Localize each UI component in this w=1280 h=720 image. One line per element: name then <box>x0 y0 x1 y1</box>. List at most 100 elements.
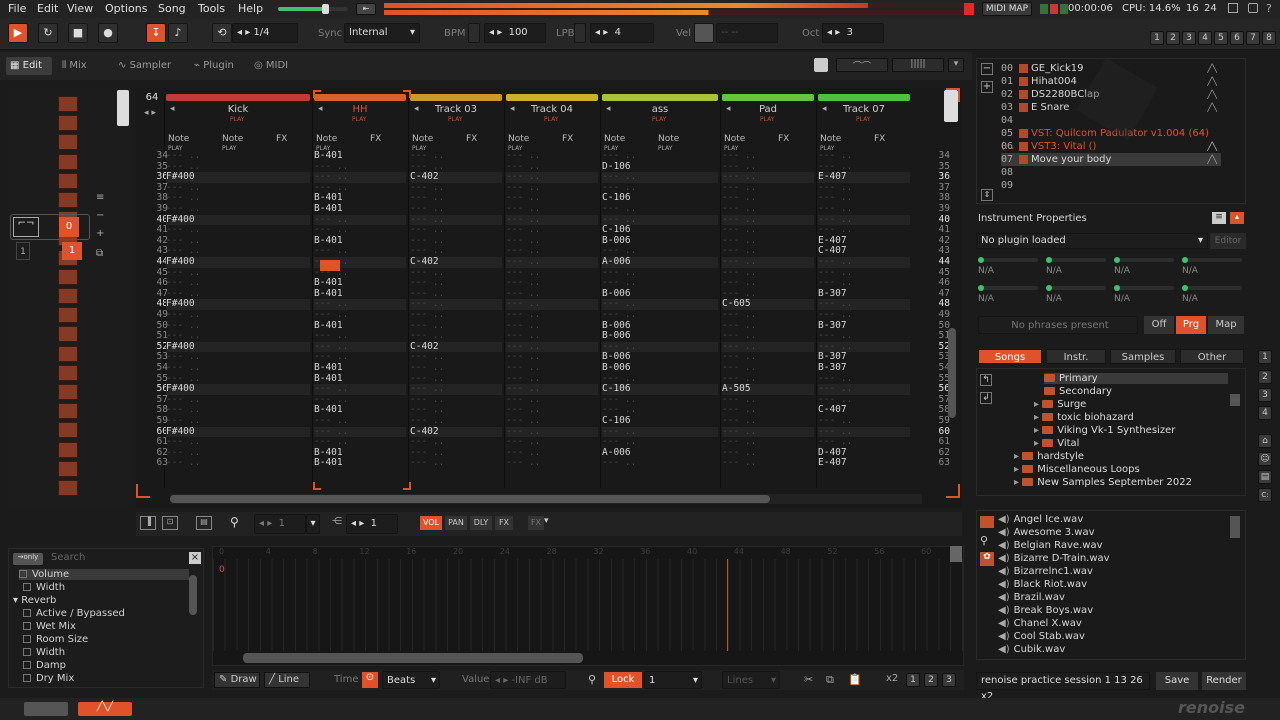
sequence-slot[interactable] <box>58 153 78 170</box>
sequence-current[interactable]: 1 <box>62 242 82 260</box>
mute-icon[interactable]: ◂ <box>822 104 827 114</box>
tree-folder[interactable]: ▸ hardstyle <box>1014 451 1084 462</box>
note-cell[interactable]: C-106 <box>602 192 631 204</box>
empty-cell[interactable]: --- .. <box>602 394 636 405</box>
tree-folder[interactable]: Secondary <box>1044 386 1112 397</box>
plugin-select[interactable]: No plugin loaded ▾ <box>976 233 1208 249</box>
automation-scrollbar[interactable] <box>243 653 583 663</box>
empty-cell[interactable]: --- .. <box>410 383 444 394</box>
pattern-matrix-icon[interactable] <box>814 58 828 72</box>
search-icon[interactable]: ⚲ <box>588 673 596 686</box>
empty-cell[interactable]: --- .. <box>506 341 540 352</box>
note-cell[interactable]: A-505 <box>722 383 751 394</box>
instrument-item[interactable]: 09 <box>1001 179 1221 192</box>
note-cell[interactable]: C-402 <box>410 426 439 437</box>
toggle-track-dsp-icon[interactable]: ⊡ <box>162 516 178 530</box>
menu-song[interactable]: Song <box>158 2 186 15</box>
note-cell[interactable]: F#400 <box>166 298 195 310</box>
file-item[interactable]: ◀) Cool Stab.wav <box>998 631 1085 642</box>
empty-cell[interactable]: --- .. <box>602 341 636 352</box>
note-cell[interactable]: B-006 <box>602 320 631 331</box>
tab-mix[interactable]: ⫴ Mix <box>58 57 98 75</box>
note-cell[interactable]: C-402 <box>410 256 439 267</box>
speaker-icon[interactable]: ◀) <box>998 553 1010 564</box>
lpb-lock-button[interactable] <box>574 23 586 43</box>
speaker-icon[interactable]: ◀) <box>998 618 1010 629</box>
octave-button-1[interactable]: 1 <box>1150 31 1164 45</box>
track-header[interactable]: Pad ◂ PLAY Note PLAY FX <box>722 94 814 152</box>
tab-samples[interactable]: Samples <box>1110 349 1176 364</box>
left-scroll-icon[interactable] <box>117 90 129 126</box>
copy-icon[interactable]: ⧉ <box>826 673 834 687</box>
empty-cell[interactable]: --- .. <box>166 288 200 299</box>
chevron-down-icon[interactable]: ▾ <box>544 516 558 530</box>
empty-cell[interactable]: --- .. <box>602 426 636 437</box>
chevron-right-icon[interactable]: ▸ <box>1034 399 1042 410</box>
velocity-field[interactable]: -- -- <box>716 23 778 43</box>
empty-cell[interactable]: --- .. <box>410 351 444 363</box>
collapse-icon[interactable]: ≡ <box>96 192 108 204</box>
note-cell[interactable]: E-407 <box>818 171 847 182</box>
empty-cell[interactable]: --- .. <box>506 373 540 384</box>
search-input[interactable]: Search <box>51 552 85 563</box>
add-instrument-icon[interactable]: + <box>981 81 993 93</box>
note-cell[interactable]: B-307 <box>818 288 847 299</box>
track-header[interactable]: Kick ◂ PLAY Note PLAY Note PLAY FX <box>166 94 310 152</box>
speaker-icon[interactable]: ◀) <box>998 592 1010 603</box>
phrase-prg-button[interactable]: Prg <box>1176 316 1206 334</box>
sequence-slot[interactable] <box>58 364 78 381</box>
empty-cell[interactable]: --- .. <box>166 309 200 320</box>
fx-column-toggle[interactable]: FX <box>495 516 513 530</box>
mute-icon[interactable]: ◂ <box>170 104 175 114</box>
page-button-2[interactable]: 2 <box>924 673 938 687</box>
clone-icon[interactable]: ⧉ <box>96 248 108 260</box>
octave-button-4[interactable]: 4 <box>1198 31 1212 45</box>
note-cell[interactable]: C-106 <box>602 383 631 394</box>
checkbox-icon[interactable] <box>23 609 31 617</box>
empty-cell[interactable]: --- .. <box>722 330 756 341</box>
bpm-field[interactable]: ◂ ▸ 100 <box>484 23 546 43</box>
note-cell[interactable]: C-407 <box>818 404 847 416</box>
macro-handle[interactable] <box>1182 257 1188 263</box>
checkbox-icon[interactable] <box>19 570 27 578</box>
empty-cell[interactable]: --- .. <box>506 436 540 447</box>
octave-button-7[interactable]: 7 <box>1246 31 1260 45</box>
parameter-item[interactable]: Wet Mix <box>23 621 76 632</box>
empty-cell[interactable]: --- .. <box>818 224 852 235</box>
macro-knob[interactable] <box>1046 258 1106 262</box>
empty-cell[interactable]: --- .. <box>722 426 756 437</box>
vertical-scroll-icon[interactable] <box>944 90 958 122</box>
sequence-slot[interactable] <box>58 441 78 458</box>
macro-handle[interactable] <box>978 257 984 263</box>
menu-icon[interactable]: ≡ <box>1212 212 1226 224</box>
sequence-slot[interactable] <box>58 422 78 439</box>
track-header[interactable]: Track 03 ◂ PLAY Note PLAY FX <box>410 94 502 152</box>
empty-cell[interactable]: --- .. <box>722 341 756 352</box>
empty-cell[interactable]: --- .. <box>602 182 636 193</box>
empty-cell[interactable]: --- .. <box>506 214 540 225</box>
toggle-advanced-edit-icon[interactable]: ▐ <box>140 516 156 530</box>
note-cell[interactable]: B-006 <box>602 351 631 363</box>
empty-cell[interactable]: --- .. <box>506 404 540 416</box>
search-icon[interactable]: ⚲ <box>230 515 246 531</box>
macro-handle[interactable] <box>1046 257 1052 263</box>
checkbox-icon[interactable] <box>23 622 31 630</box>
chevron-right-icon[interactable]: ▸ <box>1014 464 1022 475</box>
note-cell[interactable]: B-006 <box>602 330 631 341</box>
empty-cell[interactable]: --- .. <box>506 447 540 458</box>
empty-cell[interactable]: --- .. <box>166 151 200 161</box>
empty-cell[interactable]: --- .. <box>818 298 852 310</box>
empty-cell[interactable]: --- .. <box>166 320 200 331</box>
file-item[interactable]: ◀) Chanel X.wav <box>998 618 1082 629</box>
empty-cell[interactable]: --- .. <box>410 224 444 235</box>
empty-cell[interactable]: --- .. <box>722 151 756 161</box>
play-toggle[interactable]: PLAY <box>230 116 244 123</box>
play-toggle[interactable]: PLAY <box>448 116 462 123</box>
empty-cell[interactable]: --- .. <box>410 245 444 257</box>
empty-cell[interactable]: --- .. <box>506 267 540 278</box>
menu-view[interactable]: View <box>67 2 93 15</box>
empty-cell[interactable]: --- .. <box>410 447 444 458</box>
time-mode-icon[interactable]: ⊙ <box>362 672 378 688</box>
macro-handle[interactable] <box>1182 285 1188 291</box>
empty-cell[interactable]: --- .. <box>166 394 200 405</box>
